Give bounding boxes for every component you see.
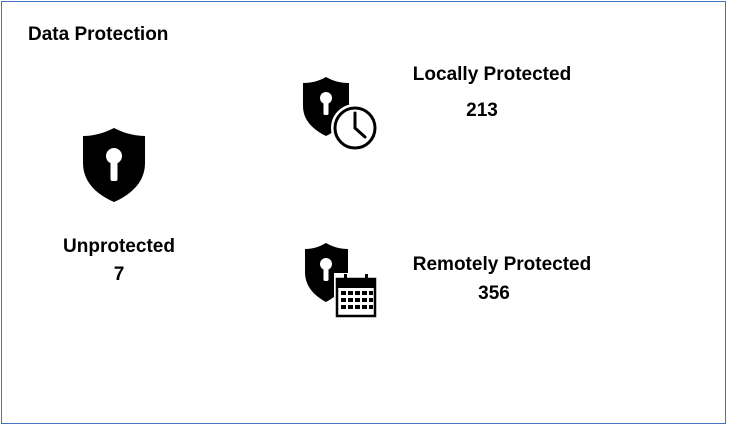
shield-calendar-icon <box>304 242 380 320</box>
locally-protected-count: 213 <box>466 100 498 121</box>
locally-protected-label: Locally Protected <box>412 64 572 85</box>
unprotected-label: Unprotected <box>63 236 175 257</box>
shield-keyhole-icon <box>82 127 146 203</box>
unprotected-count: 7 <box>113 264 125 285</box>
panel-title: Data Protection <box>28 24 169 45</box>
data-protection-panel: Data Protection Unprotected 7 Locally Pr… <box>1 1 726 424</box>
remotely-protected-count: 356 <box>478 283 510 304</box>
remotely-protected-label: Remotely Protected <box>412 254 592 275</box>
shield-clock-icon <box>302 76 380 154</box>
